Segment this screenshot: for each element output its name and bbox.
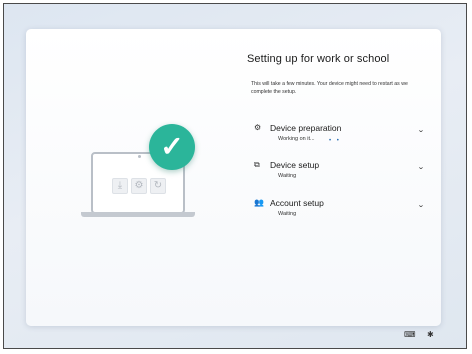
step-device-preparation[interactable]: ⚙ Device preparation Working on it... • … [254, 123, 425, 151]
setup-panel: ⤓ ⚙ ↻ ✓ Setting up for work or school Th… [26, 29, 441, 326]
accessibility-icon[interactable]: ✱ [427, 331, 434, 339]
keyboard-icon[interactable]: ⌨ [404, 331, 416, 339]
gear-icon: ⚙ [254, 123, 262, 132]
step-label: Account setup [270, 198, 324, 208]
checkmark-icon: ✓ [149, 124, 195, 170]
step-device-setup[interactable]: ⧉ Device setup Waiting ⌄ [254, 160, 425, 188]
step-status: Waiting [278, 173, 297, 179]
devices-icon: ⧉ [254, 160, 260, 169]
laptop-illustration: ⤓ ⚙ ↻ ✓ [81, 124, 221, 217]
step-status: Waiting [278, 211, 297, 217]
setup-window: ⤓ ⚙ ↻ ✓ Setting up for work or school Th… [3, 3, 467, 349]
people-icon: 👥 [254, 198, 264, 207]
chevron-down-icon[interactable]: ⌄ [417, 126, 425, 134]
step-label: Device preparation [270, 123, 342, 133]
page-title: Setting up for work or school [247, 53, 390, 65]
gear-icon: ⚙ [131, 178, 147, 194]
refresh-icon: ↻ [150, 178, 166, 194]
page-description: This will take a few minutes. Your devic… [251, 81, 408, 95]
progress-dots: • • [329, 138, 341, 144]
step-status: Working on it... [278, 136, 315, 142]
step-label: Device setup [270, 160, 320, 170]
step-account-setup[interactable]: 👥 Account setup Waiting ⌄ [254, 198, 425, 226]
laptop-base [81, 212, 195, 217]
chevron-down-icon[interactable]: ⌄ [417, 163, 425, 171]
laptop-camera [138, 155, 141, 158]
download-icon: ⤓ [112, 178, 128, 194]
chevron-down-icon[interactable]: ⌄ [417, 201, 425, 209]
